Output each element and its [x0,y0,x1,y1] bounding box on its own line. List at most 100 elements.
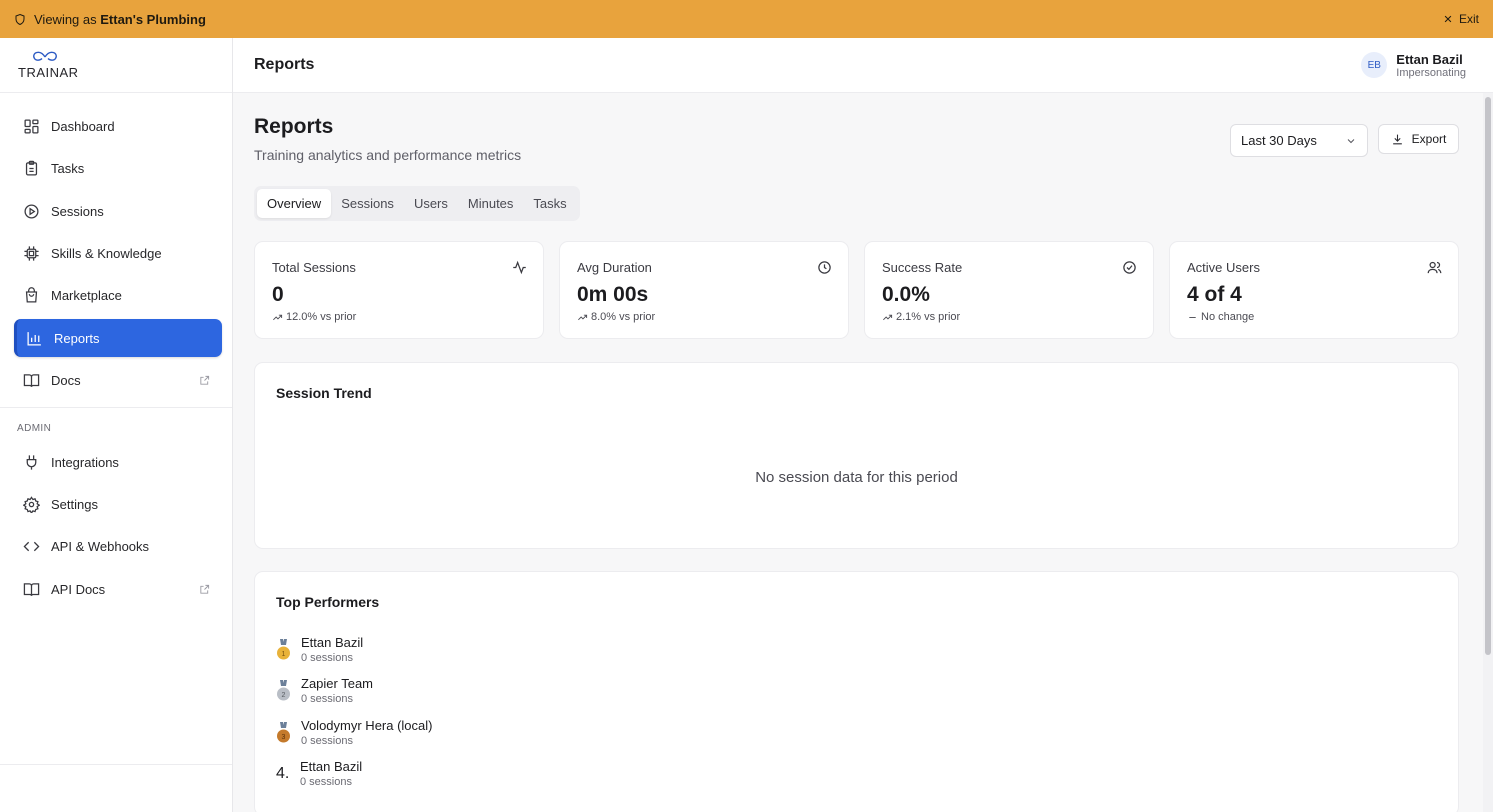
sidebar-item-marketplace[interactable]: Marketplace [14,276,222,314]
page-title: Reports [254,115,334,138]
top-performers-title: Top Performers [276,594,380,610]
activity-icon [513,260,526,275]
session-trend-title: Session Trend [276,385,372,401]
banner-prefix: Viewing as [34,11,101,27]
sidebar-item-label: API Docs [51,581,106,597]
trending-up-icon [883,314,893,320]
main-content: Reports Training analytics and performan… [233,93,1483,812]
performer-name: Zapier Team [301,676,374,691]
performer-rank: 4. [276,764,290,782]
sidebar-item-api-docs[interactable]: API Docs [14,570,222,608]
banner-org-name: Ettan's Plumbing [100,11,206,27]
user-name: Ettan Bazil [1396,51,1463,67]
play-circle-icon [24,203,39,219]
export-label: Export [1411,132,1447,146]
svg-text:2: 2 [282,692,286,699]
exit-label: Exit [1458,12,1479,26]
sidebar-item-skills[interactable]: Skills & Knowledge [14,234,222,272]
dashboard-icon [24,118,39,134]
sidebar-item-dashboard[interactable]: Dashboard [14,107,222,145]
sidebar: TRAINAR Dashboard Tasks Sessions Skills … [0,38,233,812]
tab-minutes[interactable]: Minutes [458,189,524,218]
stat-delta-text: 12.0% vs prior [286,311,357,323]
chevron-down-icon [1347,138,1355,143]
performer-name: Ettan Bazil [300,759,363,774]
external-link-icon [200,375,210,385]
shopping-bag-icon [25,286,38,303]
avatar: EB [1361,52,1388,78]
sidebar-item-label: API & Webhooks [51,538,150,554]
stat-label: Avg Duration [577,260,652,275]
sidebar-item-integrations[interactable]: Integrations [14,443,222,481]
bar-chart-icon [27,331,41,346]
sidebar-item-label: Skills & Knowledge [51,245,162,261]
clipboard-icon [25,160,38,176]
page-subtitle: Training analytics and performance metri… [254,147,522,163]
stat-label: Total Sessions [272,260,356,275]
exit-button[interactable]: Exit [1443,12,1479,26]
chip-icon [24,245,39,261]
sidebar-item-label: Settings [51,496,98,512]
external-link-icon [200,584,210,594]
stat-value: 0 [272,283,284,306]
main-scrollbar[interactable] [1483,93,1493,812]
list-item: 4. Ettan Bazil 0 sessions [276,759,362,788]
empty-state-text: No session data for this period [755,469,958,486]
silver-medal-icon: 2 [277,679,290,700]
stat-delta: 12.0% vs prior [272,311,526,323]
session-trend-card: Session Trend No session data for this p… [254,362,1459,549]
user-menu[interactable]: EB Ettan Bazil Impersonating [1361,52,1466,79]
tab-sessions[interactable]: Sessions [331,189,404,218]
infinity-logo-icon [33,51,57,61]
stat-card-active-users: Active Users 4 of 4 No change [1169,241,1459,339]
date-range-select[interactable]: Last 30 Days [1230,124,1368,157]
user-role: Impersonating [1396,66,1466,79]
stat-delta: 2.1% vs prior [882,311,1136,323]
banner-text: Viewing as Ettan's Plumbing [34,12,206,27]
plug-icon [26,454,37,470]
top-performers-card: Top Performers 1 Ettan Bazil 0 sessions … [254,571,1459,812]
users-icon [1427,261,1442,274]
sidebar-item-settings[interactable]: Settings [14,485,222,523]
performer-sessions: 0 sessions [301,693,353,705]
logo[interactable]: TRAINAR [0,38,232,93]
top-header: Reports EB Ettan Bazil Impersonating [233,38,1493,93]
logo-text: TRAINAR [18,65,79,80]
sidebar-item-label: Docs [51,372,81,388]
stat-label: Success Rate [882,260,963,275]
minus-icon [1189,316,1196,318]
export-button[interactable]: Export [1378,124,1459,154]
sidebar-item-label: Marketplace [51,287,122,303]
sidebar-item-label: Integrations [51,454,119,470]
svg-text:1: 1 [282,651,286,658]
sidebar-item-label: Reports [54,330,100,346]
tab-users[interactable]: Users [404,189,458,218]
stat-delta-text: 8.0% vs prior [591,311,656,323]
tab-tasks[interactable]: Tasks [523,189,576,218]
tab-overview[interactable]: Overview [257,189,332,218]
stat-delta: No change [1187,311,1441,323]
date-range-value: Last 30 Days [1241,133,1317,148]
performer-name: Ettan Bazil [301,635,364,650]
stat-delta-text: No change [1201,311,1255,323]
sidebar-item-label: Tasks [51,160,85,176]
sidebar-item-tasks[interactable]: Tasks [14,149,222,187]
sidebar-item-api-webhooks[interactable]: API & Webhooks [14,527,222,565]
sidebar-item-sessions[interactable]: Sessions [14,192,222,230]
close-icon [1444,15,1452,23]
sidebar-divider [0,407,232,408]
stat-card-success-rate: Success Rate 0.0% 2.1% vs prior [864,241,1154,339]
stat-label: Active Users [1187,260,1260,275]
sidebar-item-reports[interactable]: Reports [14,319,222,357]
sidebar-item-docs[interactable]: Docs [14,361,222,399]
book-icon [23,582,40,596]
gold-medal-icon: 1 [277,638,290,659]
stat-delta: 8.0% vs prior [577,311,831,323]
clock-icon [818,261,831,274]
trending-up-icon [578,314,588,320]
book-icon [23,373,40,387]
sidebar-footer-divider [0,764,232,765]
scrollbar-thumb[interactable] [1485,97,1491,655]
stat-card-avg-duration: Avg Duration 0m 00s 8.0% vs prior [559,241,849,339]
check-circle-icon [1123,261,1136,274]
